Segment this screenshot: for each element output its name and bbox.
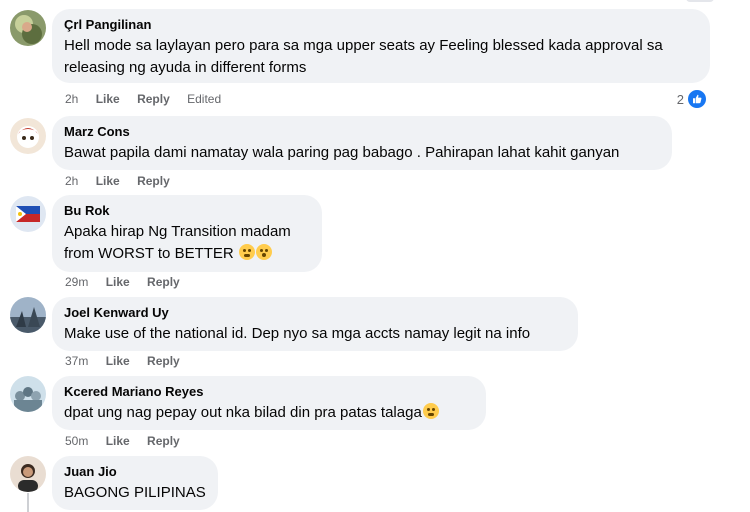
comment-text: dpat ung nag pepay out nka bilad din pra… bbox=[64, 402, 474, 424]
avatar[interactable] bbox=[10, 297, 46, 333]
reply-button[interactable]: Reply bbox=[147, 354, 180, 368]
comment-timestamp[interactable]: 29m bbox=[65, 275, 88, 289]
comment-author[interactable]: Kcered Mariano Reyes bbox=[64, 384, 203, 400]
fearful-face-icon bbox=[255, 244, 272, 260]
comment-bubble: Juan Jio BAGONG PILIPINAS bbox=[52, 456, 218, 510]
avatar-image bbox=[10, 456, 46, 492]
like-button[interactable]: Like bbox=[106, 275, 130, 289]
comment-bubble: Marz Cons Bawat papila dami namatay wala… bbox=[52, 116, 672, 170]
comment-author[interactable]: Juan Jio bbox=[64, 464, 117, 480]
comment-timestamp[interactable]: 37m bbox=[65, 354, 88, 368]
comment-actions: 2h Like Reply bbox=[65, 173, 184, 189]
comment-text-line: Apaka hirap Ng Transition madam bbox=[64, 223, 291, 240]
reaction-summary[interactable]: 2 bbox=[677, 88, 708, 110]
comment-bubble: Bu Rok Apaka hirap Ng Transition madam f… bbox=[52, 195, 322, 272]
reply-button[interactable]: Reply bbox=[137, 92, 170, 106]
edited-label: Edited bbox=[187, 92, 222, 106]
comment-bubble: Kcered Mariano Reyes dpat ung nag pepay … bbox=[52, 376, 486, 430]
avatar[interactable] bbox=[10, 10, 46, 46]
avatar-image bbox=[10, 196, 46, 232]
avatar[interactable] bbox=[10, 118, 46, 154]
comment-actions: 2h Like Reply Edited bbox=[65, 91, 235, 107]
reply-button[interactable]: Reply bbox=[147, 275, 180, 289]
reply-thread-line bbox=[27, 493, 29, 512]
like-button[interactable]: Like bbox=[96, 174, 120, 188]
reaction-strip-top bbox=[686, 0, 714, 2]
comment-timestamp[interactable]: 2h bbox=[65, 174, 78, 188]
comment-text: BAGONG PILIPINAS bbox=[64, 484, 206, 501]
comment-text: Bawat papila dami namatay wala paring pa… bbox=[64, 144, 620, 161]
comment-text: Hell mode sa laylayan pero para sa mga u… bbox=[64, 37, 663, 76]
avatar[interactable] bbox=[10, 376, 46, 412]
reply-button[interactable]: Reply bbox=[137, 174, 170, 188]
comment-timestamp[interactable]: 2h bbox=[65, 92, 78, 106]
comment-author[interactable]: Marz Cons bbox=[64, 124, 130, 140]
reply-button[interactable]: Reply bbox=[147, 434, 180, 448]
avatar[interactable] bbox=[10, 456, 46, 492]
avatar[interactable] bbox=[10, 196, 46, 232]
avatar-image bbox=[10, 118, 46, 154]
comment-text-segment: dpat ung nag pepay out nka bilad din pra… bbox=[64, 404, 422, 421]
avatar-image bbox=[10, 376, 46, 412]
avatar-image bbox=[10, 10, 46, 46]
grimacing-face-icon bbox=[422, 403, 439, 419]
comment-text-segment: from WORST to BETTER bbox=[64, 245, 234, 262]
comment-author[interactable]: Bu Rok bbox=[64, 203, 110, 219]
comment-text-line-with-emoji: from WORST to BETTER bbox=[64, 243, 310, 265]
like-button[interactable]: Like bbox=[106, 434, 130, 448]
comment-bubble: Çrl Pangilinan Hell mode sa laylayan per… bbox=[52, 9, 710, 83]
grimacing-face-icon bbox=[238, 244, 255, 260]
comment-author[interactable]: Joel Kenward Uy bbox=[64, 305, 169, 321]
reaction-count: 2 bbox=[676, 91, 684, 107]
comment-timestamp[interactable]: 50m bbox=[65, 434, 88, 448]
avatar-image bbox=[10, 297, 46, 333]
comment-text: Apaka hirap Ng Transition madam from WOR… bbox=[64, 221, 310, 265]
comment-text: Make use of the national id. Dep nyo sa … bbox=[64, 325, 531, 342]
comment-author[interactable]: Çrl Pangilinan bbox=[64, 17, 151, 33]
comment-bubble: Joel Kenward Uy Make use of the national… bbox=[52, 297, 578, 351]
like-button[interactable]: Like bbox=[96, 92, 120, 106]
comment-actions: 50m Like Reply bbox=[65, 433, 194, 449]
like-icon bbox=[686, 88, 708, 110]
comment-actions: 37m Like Reply bbox=[65, 353, 194, 369]
comment-actions: 29m Like Reply bbox=[65, 274, 194, 290]
like-button[interactable]: Like bbox=[106, 354, 130, 368]
